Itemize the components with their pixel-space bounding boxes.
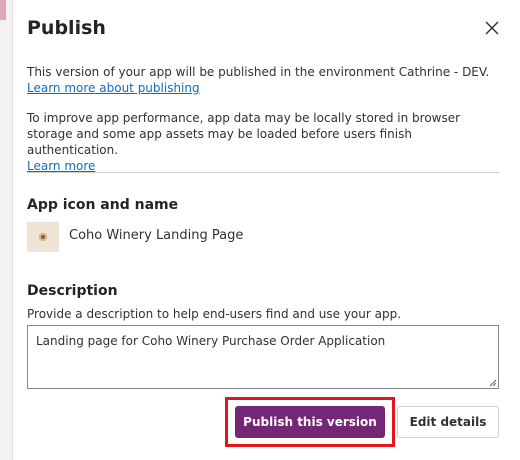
environment-notice-text: This version of your app will be publish… (27, 65, 490, 79)
app-icon-name-label: App icon and name (27, 197, 179, 213)
panel-title: Publish (27, 17, 106, 39)
environment-notice: This version of your app will be publish… (27, 64, 497, 96)
learn-more-publishing-link[interactable]: Learn more about publishing (27, 80, 200, 96)
description-label: Description (27, 283, 118, 299)
app-icon[interactable] (27, 222, 59, 252)
close-button[interactable] (483, 19, 501, 37)
resize-grip-icon[interactable] (489, 379, 497, 387)
description-textarea[interactable]: Landing page for Coho Winery Purchase Or… (27, 325, 499, 389)
performance-notice-text: To improve app performance, app data may… (27, 111, 461, 157)
background-app-accent (0, 0, 6, 20)
publish-panel: Publish This version of your app will be… (12, 0, 520, 460)
publish-this-version-button[interactable]: Publish this version (235, 406, 385, 438)
performance-notice: To improve app performance, app data may… (27, 110, 497, 174)
app-icon-glyph (39, 233, 47, 241)
section-divider (27, 172, 499, 173)
description-help-text: Provide a description to help end-users … (27, 307, 402, 321)
edit-details-button[interactable]: Edit details (397, 406, 499, 438)
close-icon (485, 21, 499, 35)
app-name: Coho Winery Landing Page (69, 228, 244, 243)
